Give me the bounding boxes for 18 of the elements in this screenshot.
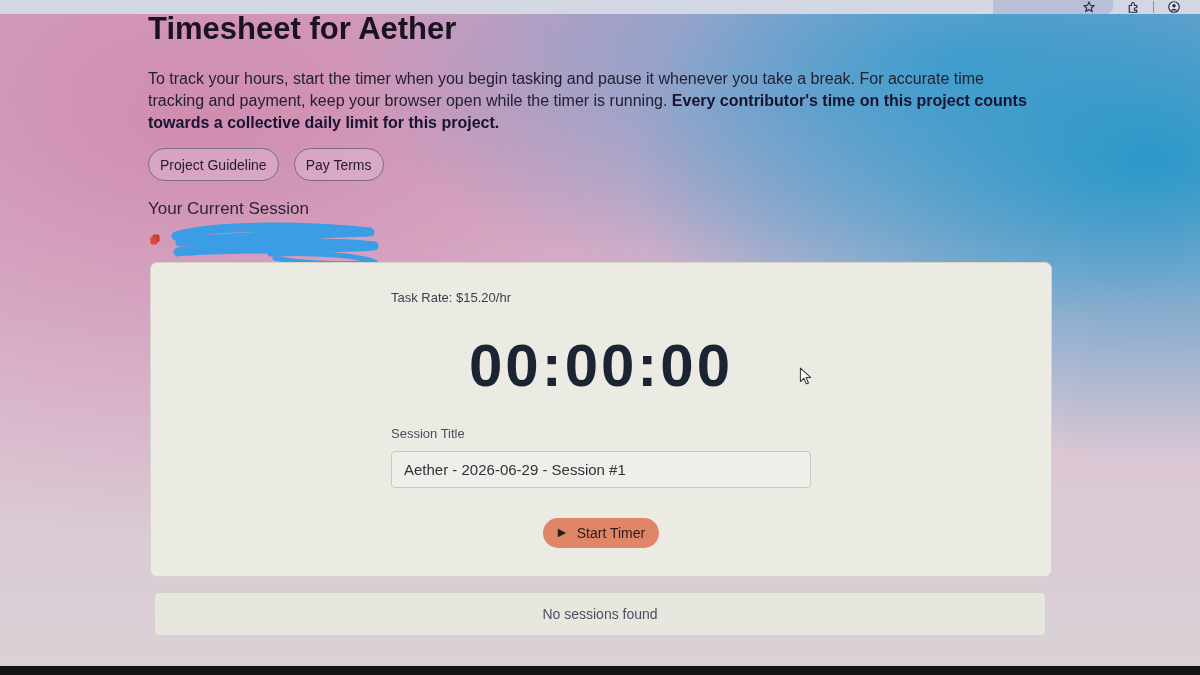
start-timer-button[interactable]: Start Timer [542,518,660,548]
address-bar[interactable] [993,0,1113,14]
puzzle-piece-icon[interactable] [1127,1,1139,13]
empty-message: No sessions found [542,606,658,622]
page-title: Timesheet for Aether [148,14,457,44]
task-rate-label: Task Rate: $15.20/hr [391,289,511,307]
section-heading: Your Current Session [148,198,309,220]
timer-display: 00:00:00 [468,331,734,401]
field-label: Session Title [391,425,465,443]
star-icon[interactable] [1083,1,1095,13]
intro-paragraph: To track your hours, start the timer when you begin tasking and pause it whenever you take a break. For accurate time tracking and payment, keep your browser open while the timer is running. Every contributor's time on this project counts towards a collective daily limit for this project. [148,69,1028,133]
link-button[interactable]: Pay Terms [293,148,384,181]
profile-icon[interactable] [1168,1,1180,13]
mouse-cursor-icon [799,367,812,385]
link-button[interactable]: Project Guideline [148,148,279,181]
play-icon [556,528,567,538]
session-title-field[interactable]: Aether - 2026-06-29 - Session #1 [391,451,811,488]
stacked-squares-icon [150,233,160,245]
